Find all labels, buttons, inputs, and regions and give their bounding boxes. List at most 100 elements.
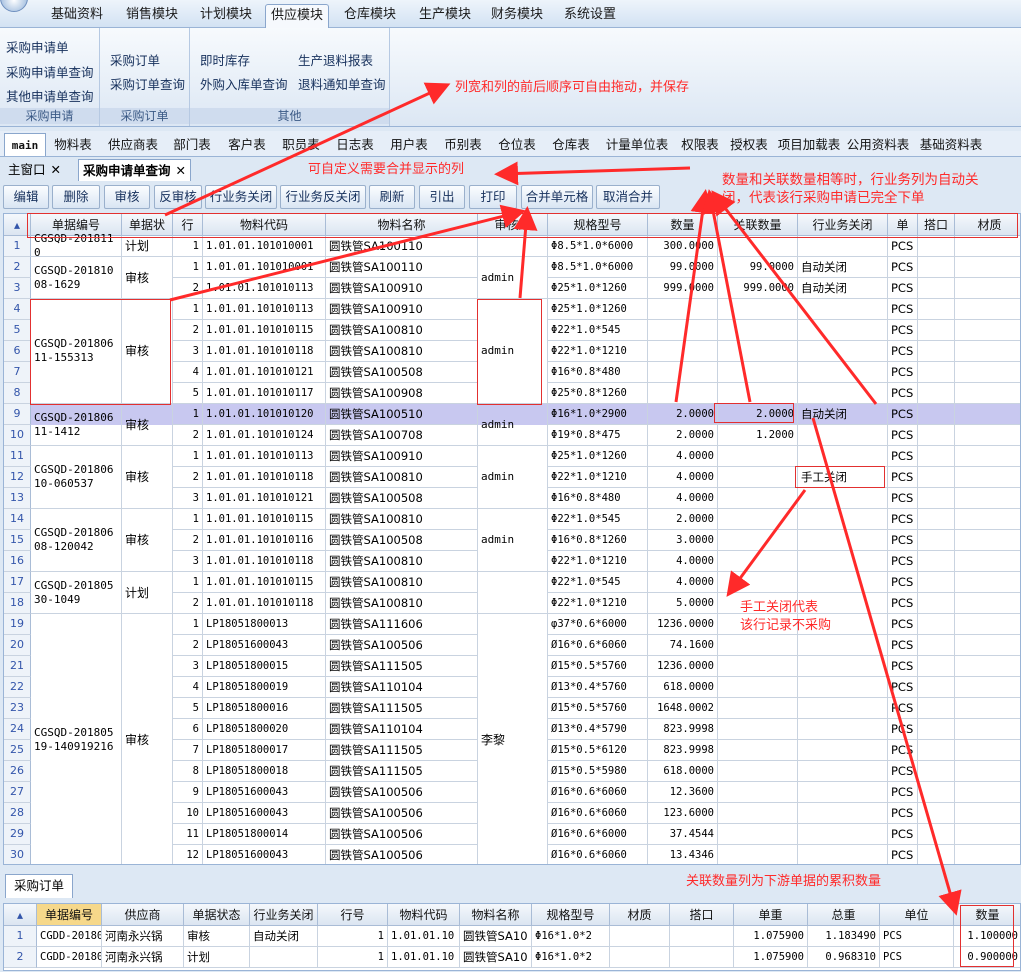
grid-cell[interactable]: 123.6000 [648, 803, 718, 824]
lower-cell[interactable] [670, 926, 734, 947]
lower-cell[interactable]: 审核 [184, 926, 250, 947]
grid-cell-empty[interactable] [918, 656, 955, 677]
tab-0[interactable]: main [4, 133, 46, 156]
tab-10[interactable]: 仓库表 [546, 133, 596, 156]
grid-cell[interactable]: 1.01.01.101010118 [203, 467, 326, 488]
grid-cell[interactable]: 4 [173, 677, 203, 698]
grid-cell[interactable]: 2 [173, 593, 203, 614]
grid-cell[interactable]: 1.01.01.101010113 [203, 278, 326, 299]
grid-cell[interactable]: 1.01.01.101010117 [203, 383, 326, 404]
grid-cell-empty[interactable] [955, 677, 1020, 698]
merged-status[interactable]: 审核 [122, 404, 173, 446]
grid-cell-empty[interactable] [918, 404, 955, 425]
grid-cell[interactable] [798, 509, 888, 530]
grid-cell[interactable]: PCS [888, 740, 918, 761]
merged-status[interactable]: 审核 [122, 509, 173, 572]
grid-cell-empty[interactable] [955, 551, 1020, 572]
grid-cell[interactable]: 1 [173, 509, 203, 530]
grid-cell[interactable]: LP18051800017 [203, 740, 326, 761]
grid-cell-empty[interactable] [918, 782, 955, 803]
grid-cell-empty[interactable] [918, 236, 955, 257]
grid-cell[interactable]: PCS [888, 320, 918, 341]
grid-cell[interactable]: 300.0000 [648, 236, 718, 257]
grid-cell[interactable]: Φ22*1.0*545 [548, 320, 648, 341]
grid-cell-empty[interactable] [955, 719, 1020, 740]
grid-cell-empty[interactable] [918, 551, 955, 572]
grid-cell-empty[interactable] [918, 446, 955, 467]
grid-cell[interactable] [798, 446, 888, 467]
grid-cell[interactable] [798, 425, 888, 446]
lower-cell[interactable]: CGDD-20180 [37, 926, 102, 947]
grid-cell[interactable] [798, 320, 888, 341]
merged-auditor[interactable] [478, 236, 548, 257]
grid-cell[interactable]: 4.0000 [648, 467, 718, 488]
grid-cell[interactable]: PCS [888, 803, 918, 824]
grid-cell[interactable]: Ø13*0.4*5760 [548, 677, 648, 698]
grid-cell[interactable]: 1648.0002 [648, 698, 718, 719]
grid-cell[interactable]: Φ22*1.0*545 [548, 509, 648, 530]
grid-cell-empty[interactable] [955, 698, 1020, 719]
grid-cell-empty[interactable] [955, 782, 1020, 803]
grid-cell-empty[interactable] [918, 803, 955, 824]
close-icon[interactable]: ✕ [51, 162, 61, 177]
grid-cell[interactable] [718, 824, 798, 845]
grid-cell[interactable]: Ø13*0.4*5790 [548, 719, 648, 740]
grid-cell[interactable]: PCS [888, 782, 918, 803]
tab-4[interactable]: 客户表 [222, 133, 272, 156]
grid-cell-empty[interactable] [918, 740, 955, 761]
grid-cell[interactable]: PCS [888, 509, 918, 530]
merged-doc-number[interactable]: CGSQD-20180530-1049 [31, 572, 122, 614]
grid-cell[interactable]: 2 [173, 278, 203, 299]
lower-cell[interactable]: PCS [880, 947, 954, 968]
grid-cell[interactable]: 圆铁管SA100110 [326, 236, 478, 257]
grid-cell[interactable]: 1.01.01.101010118 [203, 341, 326, 362]
grid-cell[interactable] [718, 677, 798, 698]
grid-cell-empty[interactable] [918, 635, 955, 656]
grid-cell[interactable]: 圆铁管SA111606 [326, 614, 478, 635]
grid-cell[interactable]: 圆铁管SA100910 [326, 446, 478, 467]
lower-header-2[interactable]: 单据状态 [184, 904, 250, 926]
lower-cell[interactable]: 1.01.01.10 [388, 947, 460, 968]
tab-8[interactable]: 币别表 [438, 133, 488, 156]
grid-cell-empty[interactable] [955, 299, 1020, 320]
tab-13[interactable]: 授权表 [727, 133, 771, 156]
merged-auditor[interactable]: admin [478, 446, 548, 509]
grid-cell[interactable]: 自动关闭 [798, 257, 888, 278]
grid-cell[interactable] [718, 782, 798, 803]
grid-cell[interactable]: PCS [888, 257, 918, 278]
grid-cell[interactable]: PCS [888, 530, 918, 551]
merged-doc-number[interactable]: CGSQD-20180608-120042 [31, 509, 122, 572]
grid-cell[interactable]: Φ22*1.0*545 [548, 572, 648, 593]
grid-cell-empty[interactable] [955, 278, 1020, 299]
grid-cell[interactable]: 3 [173, 656, 203, 677]
menu-tab-5[interactable]: 生产模块 [410, 4, 480, 28]
grid-cell[interactable]: 圆铁管SA100810 [326, 341, 478, 362]
lower-cell[interactable]: 1 [318, 926, 388, 947]
grid-cell[interactable]: Ø16*0.6*6060 [548, 845, 648, 864]
grid-cell[interactable]: 圆铁管SA111505 [326, 656, 478, 677]
grid-cell[interactable] [798, 677, 888, 698]
grid-cell[interactable] [718, 299, 798, 320]
menu-tab-6[interactable]: 财务模块 [482, 4, 552, 28]
grid-cell[interactable] [798, 383, 888, 404]
grid-cell[interactable] [718, 383, 798, 404]
grid-cell[interactable]: 圆铁管SA111505 [326, 740, 478, 761]
grid-cell[interactable] [718, 467, 798, 488]
grid-cell[interactable]: Φ16*1.0*2900 [548, 404, 648, 425]
grid-cell[interactable]: Ø16*0.6*6060 [548, 803, 648, 824]
menu-tab-4[interactable]: 仓库模块 [335, 4, 405, 28]
grid-cell[interactable]: LP18051800015 [203, 656, 326, 677]
lower-header-0[interactable]: 单据编号 [37, 904, 102, 926]
grid-cell[interactable] [718, 320, 798, 341]
menu-tab-3[interactable]: 供应模块 [265, 4, 329, 28]
tab-1[interactable]: 物料表 [48, 133, 98, 156]
grid-cell[interactable]: 圆铁管SA100708 [326, 425, 478, 446]
toolbar-button-1[interactable]: 删除 [52, 185, 100, 209]
grid-cell[interactable] [798, 782, 888, 803]
grid-cell[interactable]: 圆铁管SA100508 [326, 488, 478, 509]
lower-cell[interactable] [610, 947, 670, 968]
grid-cell[interactable]: 圆铁管SA100506 [326, 635, 478, 656]
grid-cell-empty[interactable] [918, 761, 955, 782]
grid-cell-empty[interactable] [918, 383, 955, 404]
grid-cell-empty[interactable] [955, 362, 1020, 383]
